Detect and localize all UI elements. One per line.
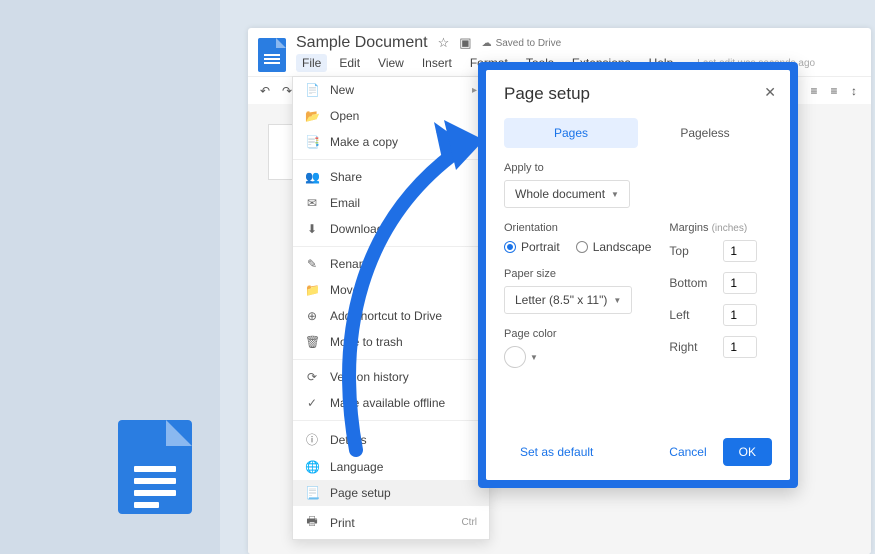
menu-insert[interactable]: Insert	[416, 54, 458, 72]
margin-right-input[interactable]	[723, 336, 757, 358]
file-menu-version-history[interactable]: ⟳Version history	[293, 364, 489, 390]
menu-item-icon: ⬇	[305, 222, 319, 236]
menu-file[interactable]: File	[296, 54, 327, 72]
menu-item-icon: ✓	[305, 396, 319, 410]
file-menu-email[interactable]: ✉Email	[293, 190, 489, 216]
menu-separator	[293, 420, 489, 421]
align-justify-icon[interactable]: ≡	[827, 84, 841, 98]
menu-item-icon: 📂	[305, 109, 319, 123]
page-color-label: Page color	[504, 328, 651, 340]
undo-icon[interactable]: ↶	[258, 84, 272, 98]
file-menu-new[interactable]: 📄New▸	[293, 77, 489, 103]
set-default-button[interactable]: Set as default	[504, 438, 609, 466]
cloud-icon: ☁	[482, 38, 492, 49]
chevron-down-icon[interactable]: ▼	[530, 353, 538, 362]
chevron-right-icon: ▸	[472, 85, 477, 96]
docs-icon	[258, 38, 286, 72]
margin-label: Top	[669, 244, 715, 258]
page-setup-dialog: Page setup ✕ Pages Pageless Apply to Who…	[478, 62, 798, 488]
menu-view[interactable]: View	[372, 54, 410, 72]
file-menu-page-setup[interactable]: 📃Page setup	[293, 480, 489, 506]
file-menu-details[interactable]: ⓘDetails	[293, 425, 489, 454]
menu-item-icon: 🗑	[305, 335, 319, 349]
menu-item-icon: 👥	[305, 170, 319, 184]
menu-separator	[293, 159, 489, 160]
margin-label: Left	[669, 308, 715, 322]
radio-portrait[interactable]: Portrait	[504, 240, 560, 254]
paper-size-dropdown[interactable]: Letter (8.5" x 11")▼	[504, 286, 632, 314]
close-icon[interactable]: ✕	[764, 84, 776, 101]
align-right-icon[interactable]: ≡	[807, 84, 821, 98]
move-to-folder-icon[interactable]: ▣	[459, 35, 471, 51]
margin-top-input[interactable]	[723, 240, 757, 262]
orientation-label: Orientation	[504, 222, 651, 234]
menu-item-icon: 📃	[305, 486, 319, 500]
margin-left-input[interactable]	[723, 304, 757, 326]
document-title[interactable]: Sample Document	[296, 34, 428, 52]
ok-button[interactable]: OK	[723, 438, 772, 466]
file-menu-make-available-offline[interactable]: ✓Make available offline	[293, 390, 489, 416]
margin-row-top: Top	[669, 240, 772, 262]
menu-item-icon: 📑	[305, 135, 319, 149]
saved-status: ☁ Saved to Drive	[482, 38, 562, 49]
google-docs-logo	[118, 420, 192, 514]
radio-landscape[interactable]: Landscape	[576, 240, 652, 254]
file-menu-move[interactable]: 📁Move	[293, 277, 489, 303]
file-menu-print[interactable]: 🖶PrintCtrl	[293, 506, 489, 539]
file-menu-share[interactable]: 👥Share	[293, 164, 489, 190]
menu-item-icon: ⓘ	[305, 431, 319, 448]
menu-item-icon: ✎	[305, 257, 319, 271]
menu-item-icon: 📁	[305, 283, 319, 297]
file-menu-add-shortcut-to-drive[interactable]: ⊕Add shortcut to Drive	[293, 303, 489, 329]
menu-item-icon: 🖶	[305, 512, 319, 533]
tab-pageless[interactable]: Pageless	[638, 118, 772, 148]
tab-pages[interactable]: Pages	[504, 118, 638, 148]
menu-item-icon: 📄	[305, 83, 319, 97]
menu-item-icon: ⟳	[305, 370, 319, 384]
page-color-swatch[interactable]	[504, 346, 526, 368]
menu-item-icon: 🌐	[305, 460, 319, 474]
line-spacing-icon[interactable]: ↕	[847, 84, 861, 98]
margin-label: Bottom	[669, 276, 715, 290]
menu-item-icon: ✉	[305, 196, 319, 210]
chevron-down-icon: ▼	[611, 190, 619, 199]
menu-separator	[293, 359, 489, 360]
file-menu-open[interactable]: 📂Open	[293, 103, 489, 129]
apply-to-dropdown[interactable]: Whole document▼	[504, 180, 630, 208]
margin-label: Right	[669, 340, 715, 354]
chevron-down-icon: ▼	[613, 296, 621, 305]
apply-to-label: Apply to	[504, 162, 772, 174]
menu-item-icon: ⊕	[305, 309, 319, 323]
file-menu-language[interactable]: 🌐Language	[293, 454, 489, 480]
margin-row-bottom: Bottom	[669, 272, 772, 294]
paper-size-label: Paper size	[504, 268, 651, 280]
star-icon[interactable]: ☆	[438, 35, 450, 51]
file-menu-move-to-trash[interactable]: 🗑Move to trash	[293, 329, 489, 355]
file-menu-make-a-copy[interactable]: 📑Make a copy	[293, 129, 489, 155]
dialog-title: Page setup	[504, 84, 772, 104]
cancel-button[interactable]: Cancel	[653, 438, 722, 466]
margin-row-right: Right	[669, 336, 772, 358]
menu-edit[interactable]: Edit	[333, 54, 366, 72]
file-menu-download[interactable]: ⬇Download	[293, 216, 489, 242]
margins-label: Margins (inches)	[669, 222, 772, 234]
file-menu-rename[interactable]: ✎Rename	[293, 251, 489, 277]
margin-row-left: Left	[669, 304, 772, 326]
margin-bottom-input[interactable]	[723, 272, 757, 294]
menu-separator	[293, 246, 489, 247]
file-menu: 📄New▸📂Open📑Make a copy 👥Share✉Email⬇Downl…	[292, 76, 490, 540]
